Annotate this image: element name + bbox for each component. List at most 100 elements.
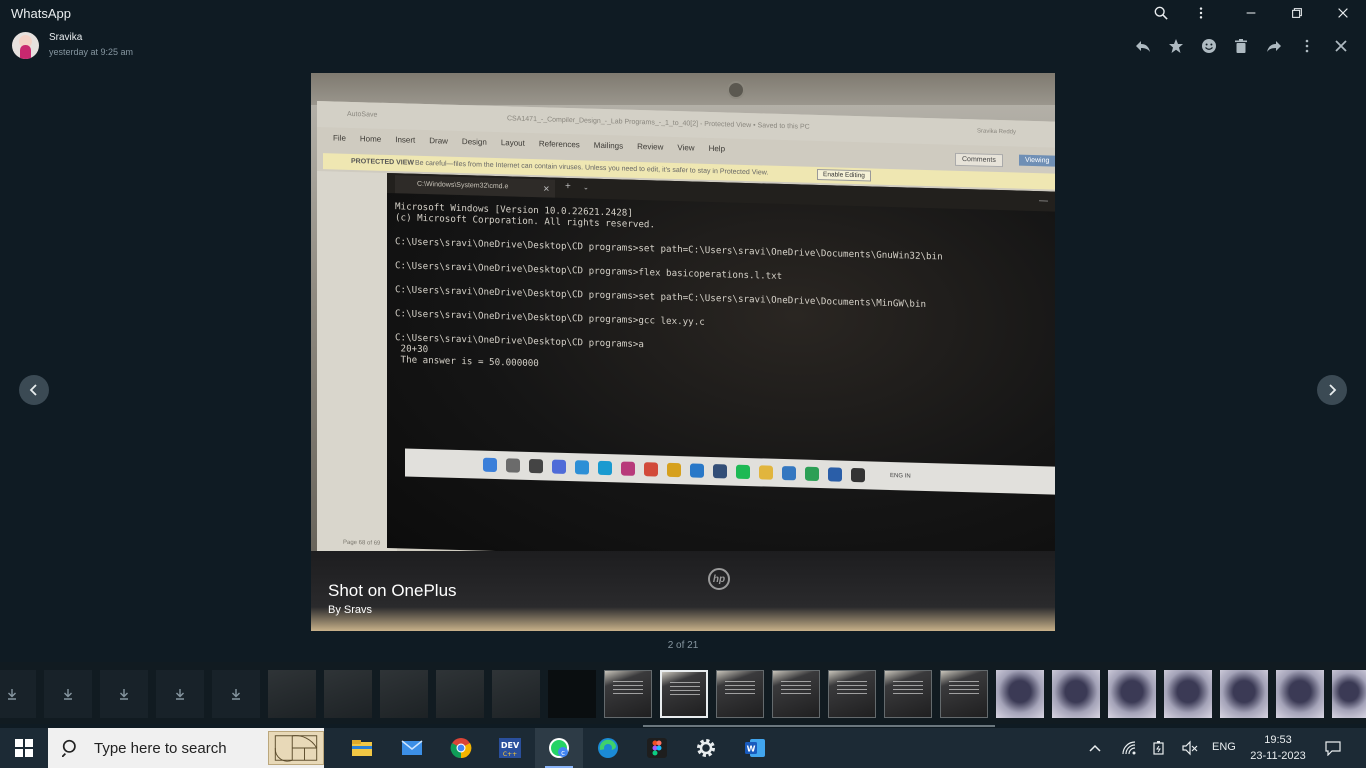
more-icon[interactable] xyxy=(1296,36,1318,56)
media-thumbnail[interactable] xyxy=(940,670,988,718)
watermark-title: Shot on OnePlus xyxy=(328,581,457,600)
cmd-window: C:\Windows\System32\cmd.e ✕ + ⌄ — Micros… xyxy=(387,172,1055,567)
download-thumbnail[interactable] xyxy=(156,670,204,718)
word-viewing-button: Viewing xyxy=(1019,154,1055,167)
word-menu-item: References xyxy=(538,139,580,150)
thumbnail-strip xyxy=(0,662,1366,724)
enable-editing-button: Enable Editing xyxy=(817,168,871,182)
chrome-icon[interactable] xyxy=(437,728,485,768)
app-title: WhatsApp xyxy=(11,6,71,21)
download-icon xyxy=(176,689,184,700)
forward-icon[interactable] xyxy=(1263,36,1285,56)
media-thumbnail[interactable] xyxy=(1332,670,1366,718)
settings-gear-icon[interactable] xyxy=(682,728,730,768)
media-thumbnail[interactable] xyxy=(884,670,932,718)
download-thumbnail[interactable] xyxy=(44,670,92,718)
svg-text:DEV: DEV xyxy=(501,741,520,750)
calculator-icon xyxy=(782,465,796,481)
media-thumbnail-selected[interactable] xyxy=(660,670,708,718)
media-thumbnail[interactable] xyxy=(996,670,1044,718)
cmd-tab-title: C:\Windows\System32\cmd.e xyxy=(417,180,509,191)
download-icon xyxy=(64,689,72,700)
clock[interactable]: 19:53 23-11-2023 xyxy=(1250,732,1306,764)
battery-icon[interactable] xyxy=(1148,728,1170,768)
download-thumbnail[interactable] xyxy=(0,670,36,718)
windows-start-icon xyxy=(483,457,497,473)
download-thumbnail[interactable] xyxy=(100,670,148,718)
widgets-icon xyxy=(575,460,589,475)
media-thumbnail[interactable] xyxy=(716,670,764,718)
word-document-area: Page 68 of 69 xyxy=(317,171,397,554)
emoji-react-icon[interactable] xyxy=(1198,36,1220,56)
terminal-icon xyxy=(851,467,865,483)
search-icon xyxy=(506,458,520,473)
edge-icon[interactable] xyxy=(584,728,632,768)
strip-scrollbar[interactable] xyxy=(643,725,995,727)
word-menu-item: Home xyxy=(359,134,382,144)
media-thumbnail[interactable] xyxy=(268,670,316,718)
word-comments-button: Comments xyxy=(955,152,1003,168)
star-icon[interactable] xyxy=(1165,36,1187,56)
chevron-left-icon xyxy=(29,384,37,396)
previous-media-button[interactable] xyxy=(19,375,49,405)
reply-icon[interactable] xyxy=(1132,36,1154,56)
word-user-name: Sravika Reddy xyxy=(977,128,1017,136)
whatsapp-icon[interactable]: c xyxy=(535,728,583,768)
word-menu-item: Design xyxy=(461,137,487,147)
media-counter: 2 of 21 xyxy=(667,640,699,651)
media-thumbnail[interactable] xyxy=(1220,670,1268,718)
close-window-button[interactable] xyxy=(1320,0,1366,26)
word-menu-item: Review xyxy=(637,141,664,152)
word-menu-item: Draw xyxy=(429,136,448,146)
taskbar-search[interactable]: Type here to search xyxy=(48,728,324,768)
restore-button[interactable] xyxy=(1274,0,1320,26)
media-thumbnail[interactable] xyxy=(1164,670,1212,718)
media-thumbnail[interactable] xyxy=(1052,670,1100,718)
chrome-icon xyxy=(644,462,658,477)
cmd-tab: C:\Windows\System32\cmd.e ✕ xyxy=(395,175,555,198)
more-options-icon[interactable] xyxy=(1178,0,1224,26)
start-button[interactable] xyxy=(0,728,48,768)
search-highlight-image xyxy=(268,731,324,765)
media-thumbnail[interactable] xyxy=(436,670,484,718)
figma-icon[interactable] xyxy=(633,728,681,768)
minimize-button[interactable] xyxy=(1228,0,1274,26)
media-thumbnail[interactable] xyxy=(548,670,596,718)
download-icon xyxy=(120,689,128,700)
webcam xyxy=(727,81,745,99)
dev-cpp-icon[interactable]: DEV C++ xyxy=(486,728,534,768)
protected-view-label: PROTECTED VIEW xyxy=(351,157,415,167)
notifications-icon[interactable] xyxy=(1322,728,1344,768)
file-explorer-icon xyxy=(759,465,773,480)
file-explorer-icon[interactable] xyxy=(338,728,386,768)
chat-icon xyxy=(552,459,566,474)
download-thumbnail[interactable] xyxy=(212,670,260,718)
next-media-button[interactable] xyxy=(1317,375,1347,405)
network-icon[interactable] xyxy=(1118,728,1140,768)
mail-icon[interactable] xyxy=(388,728,436,768)
close-icon[interactable] xyxy=(1330,36,1352,56)
media-thumbnail[interactable] xyxy=(380,670,428,718)
title-bar: WhatsApp xyxy=(0,0,1366,26)
media-thumbnail[interactable] xyxy=(492,670,540,718)
media-thumbnail[interactable] xyxy=(1108,670,1156,718)
language-indicator[interactable]: ENG xyxy=(1212,741,1236,753)
sticky-notes-icon xyxy=(667,462,681,478)
media-thumbnail[interactable] xyxy=(772,670,820,718)
media-thumbnail[interactable] xyxy=(324,670,372,718)
word-menu-item: Mailings xyxy=(593,140,624,151)
word-doc-title: CSA1471_-_Compiler_Design_-_Lab Programs… xyxy=(507,115,810,131)
media-actions xyxy=(0,36,1366,56)
chevron-up-icon[interactable] xyxy=(1084,728,1106,768)
speaker-muted-icon[interactable] xyxy=(1179,728,1201,768)
word-icon xyxy=(828,467,842,482)
word-icon[interactable]: W xyxy=(731,728,779,768)
svg-text:C++: C++ xyxy=(503,751,517,758)
media-thumbnail[interactable] xyxy=(1276,670,1324,718)
search-placeholder: Type here to search xyxy=(94,739,227,757)
media-thumbnail[interactable] xyxy=(828,670,876,718)
media-thumbnail[interactable] xyxy=(604,670,652,718)
chevron-down-icon: ⌄ xyxy=(583,184,589,192)
delete-icon[interactable] xyxy=(1230,36,1252,56)
mcafee-icon xyxy=(621,461,635,476)
